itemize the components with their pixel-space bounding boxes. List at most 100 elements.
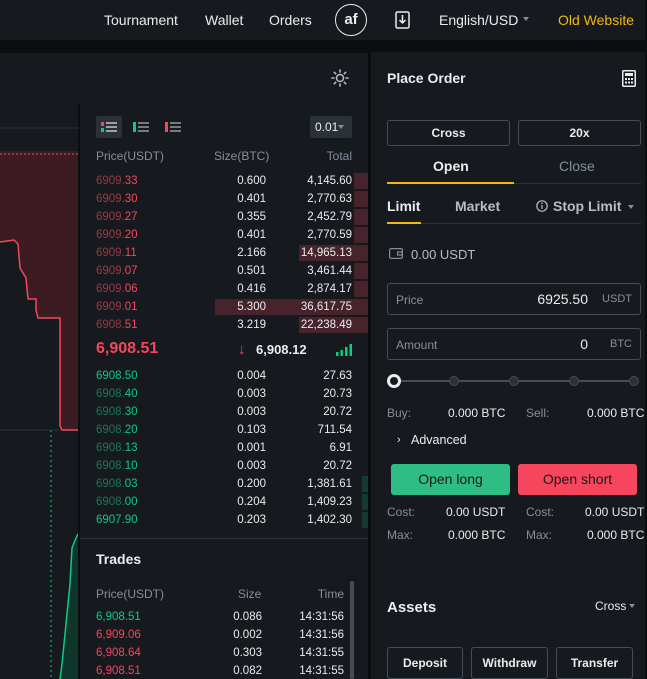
open-long-button[interactable]: Open long: [391, 464, 510, 495]
asks-list: 6909.33 0.600 4,145.60 6909.30 0.401 2,770.63…: [80, 172, 368, 334]
slider-mark-100[interactable]: [629, 376, 639, 386]
price-integer: 6908.: [96, 319, 125, 331]
price-value[interactable]: 6925.50: [537, 291, 588, 307]
orderbook-both-mode-button[interactable]: [96, 116, 122, 138]
sell-info-value: 0.000 BTC: [587, 406, 644, 420]
trade-row: 6,908.51 0.082 14:31:55: [80, 665, 368, 679]
ask-row[interactable]: 6909.27 0.355 2,452.79: [80, 208, 368, 226]
deposit-button[interactable]: Deposit: [387, 647, 463, 679]
cost-label: Cost:: [526, 505, 555, 519]
price-integer: 6908.: [96, 460, 125, 472]
settings-icon[interactable]: [330, 68, 350, 88]
amount-value[interactable]: 0: [580, 336, 588, 352]
orderbook-bids-mode-button[interactable]: [128, 116, 154, 138]
depth-bar: [354, 281, 368, 297]
calculator-icon[interactable]: [622, 70, 636, 87]
amount-field[interactable]: Amount 0 BTC: [387, 328, 641, 360]
max-value: 0.000 BTC: [587, 528, 645, 542]
tab-close[interactable]: Close: [559, 158, 595, 174]
ask-row[interactable]: 6909.07 0.501 3,461.44: [80, 262, 368, 280]
withdraw-button[interactable]: Withdraw: [471, 647, 548, 679]
place-order-title: Place Order: [387, 70, 466, 86]
order-type-limit[interactable]: Limit: [387, 198, 420, 214]
row-size: 0.501: [237, 265, 266, 277]
price-decimal: 10: [124, 460, 138, 472]
depth-bar: [354, 191, 368, 207]
depth-bar: [354, 209, 368, 225]
bid-row[interactable]: 6908.30 0.003 20.72: [80, 403, 368, 421]
bid-row[interactable]: 6907.90 0.203 1,402.30: [80, 511, 368, 529]
bid-row[interactable]: 6908.50 0.004 27.63: [80, 367, 368, 385]
trades-header-size: Size: [238, 587, 262, 601]
trades-scrollbar[interactable]: [350, 581, 354, 679]
trades-title: Trades: [96, 551, 142, 567]
depth-chart[interactable]: [0, 104, 78, 679]
slider-mark-25[interactable]: [449, 376, 459, 386]
tab-active-indicator: [387, 182, 514, 184]
trade-price: 6,908.51: [96, 611, 141, 623]
ask-row[interactable]: 6909.06 0.416 2,874.17: [80, 280, 368, 298]
slider-mark-50[interactable]: [509, 376, 519, 386]
row-total: 20.72: [323, 406, 352, 418]
long-max-value: 0.000 BTC: [448, 528, 505, 542]
nav-wallet[interactable]: Wallet: [205, 12, 243, 28]
bid-row[interactable]: 6908.10 0.003 20.72: [80, 457, 368, 475]
ask-row[interactable]: 6909.30 0.401 2,770.63: [80, 190, 368, 208]
tab-open[interactable]: Open: [433, 158, 469, 174]
trades-panel: Trades Price(USDT) Size Time 6,908.51 0.0…: [80, 538, 368, 679]
ob-header-price: Price(USDT): [96, 149, 164, 163]
short-cost-label: Cost:: [526, 505, 554, 519]
price-integer: 6908.: [96, 442, 125, 454]
advanced-toggle[interactable]: Advanced: [411, 433, 467, 447]
assets-mode-select[interactable]: Cross: [595, 599, 626, 613]
chevron-right-icon[interactable]: ›: [397, 434, 401, 446]
bid-row[interactable]: 6908.00 0.204 1,409.23: [80, 493, 368, 511]
nav-orders[interactable]: Orders: [269, 12, 312, 28]
old-website-link[interactable]: Old Website: [558, 12, 634, 28]
price-field[interactable]: Price 6925.50 USDT: [387, 283, 641, 315]
row-price: 6908.30: [96, 403, 138, 421]
price-decimal: 27: [124, 211, 138, 223]
depth-bar: [362, 512, 368, 528]
slider-mark-75[interactable]: [569, 376, 579, 386]
price-decimal: 51: [124, 319, 138, 331]
order-type-stop-limit[interactable]: Stop Limit: [553, 198, 621, 214]
row-size: 2.166: [237, 247, 266, 259]
type-active-indicator: [387, 222, 421, 224]
bid-row[interactable]: 6908.13 0.001 6.91: [80, 439, 368, 457]
slider-handle[interactable]: [387, 374, 401, 388]
chart-toolbar: [0, 52, 368, 104]
orderbook-asks-mode-button[interactable]: [160, 116, 186, 138]
place-order-panel: Place Order Cross 20x Open Close Limit M…: [370, 52, 647, 597]
buy-value: 0.000 BTC: [448, 406, 506, 420]
bid-row[interactable]: 6908.20 0.103 711.54: [80, 421, 368, 439]
order-type-market[interactable]: Market: [455, 198, 500, 214]
ask-row[interactable]: 6909.11 2.166 14,965.13: [80, 244, 368, 262]
price-integer: 6908.: [96, 478, 125, 490]
margin-mode-button[interactable]: Cross: [387, 120, 510, 146]
ask-row[interactable]: 6909.33 0.600 4,145.60: [80, 172, 368, 190]
row-size: 0.401: [237, 193, 266, 205]
row-price: 6908.00: [96, 493, 138, 511]
avatar[interactable]: af: [335, 4, 367, 36]
ask-row[interactable]: 6909.20 0.401 2,770.59: [80, 226, 368, 244]
ask-row[interactable]: 6909.01 5.300 36,617.75: [80, 298, 368, 316]
row-total: 2,770.59: [307, 229, 352, 241]
transfer-button[interactable]: Transfer: [556, 647, 633, 679]
download-app-icon[interactable]: [395, 11, 410, 29]
leverage-button[interactable]: 20x: [518, 120, 641, 146]
bid-row[interactable]: 6908.03 0.200 1,381.61: [80, 475, 368, 493]
nav-tournament[interactable]: Tournament: [104, 12, 178, 28]
ask-row[interactable]: 6908.51 3.219 22,238.49: [80, 316, 368, 334]
row-total: 27.63: [323, 370, 352, 382]
price-integer: 6908.: [96, 388, 125, 400]
type-divider: [387, 223, 641, 224]
precision-select[interactable]: 0.01: [310, 116, 352, 138]
info-icon[interactable]: [536, 200, 548, 212]
sell-label: Sell:: [526, 406, 550, 420]
language-selector[interactable]: English/USD: [439, 12, 518, 28]
bid-row[interactable]: 6908.40 0.003 20.73: [80, 385, 368, 403]
top-nav: Tournament Wallet Orders af English/USD …: [0, 0, 647, 40]
open-short-button[interactable]: Open short: [518, 464, 637, 495]
buy-info: Buy:: [387, 406, 411, 420]
